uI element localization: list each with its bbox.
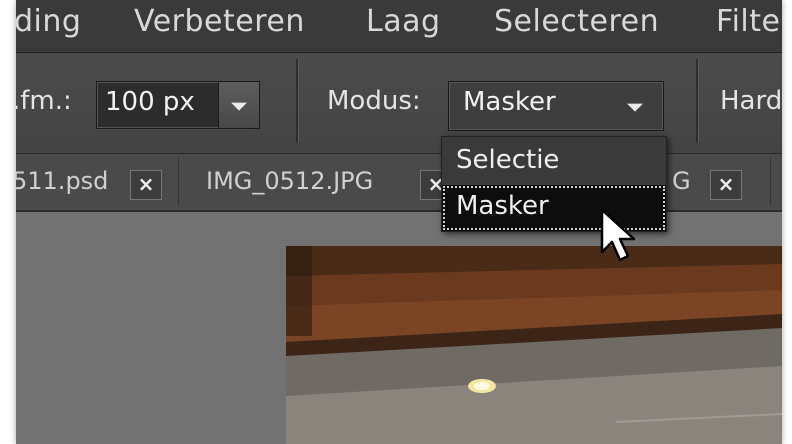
hardness-label: Hard: [720, 86, 782, 116]
tab-third-image[interactable]: G ×: [656, 154, 766, 210]
tab-img-0512[interactable]: IMG_0512.JPG ×: [180, 154, 470, 210]
image-document[interactable]: [286, 246, 782, 444]
size-value[interactable]: 100 px: [105, 87, 195, 117]
dropdown-option-selectie[interactable]: Selectie: [442, 139, 666, 185]
menu-item-filter[interactable]: Filte: [716, 4, 780, 39]
size-dropdown-button[interactable]: [218, 82, 259, 128]
size-label: .fm.:: [16, 86, 72, 116]
menu-bar: ding Verbeteren Laag Selecteren Filte: [16, 0, 782, 53]
tab-separator: [770, 158, 771, 206]
separator: [696, 59, 699, 143]
tab-label[interactable]: 511.psd: [16, 167, 108, 195]
tab-label[interactable]: G: [672, 167, 691, 195]
tab-close-icon[interactable]: ×: [710, 170, 742, 200]
separator: [296, 59, 299, 143]
canvas-area[interactable]: [16, 212, 782, 444]
dropdown-caret-icon: [231, 102, 247, 111]
dropdown-caret-icon: [627, 103, 643, 112]
app-window: ding Verbeteren Laag Selecteren Filte .f…: [16, 0, 782, 444]
menu-item-verbeteren[interactable]: Verbeteren: [134, 4, 305, 39]
mode-label: Modus:: [327, 86, 421, 116]
tab-label[interactable]: IMG_0512.JPG: [206, 167, 373, 195]
menu-item-laag[interactable]: Laag: [366, 4, 441, 39]
menu-item-selecteren[interactable]: Selecteren: [494, 4, 659, 39]
photo-content: [286, 246, 782, 444]
option-label[interactable]: Masker: [456, 191, 549, 221]
document-tabs: 511.psd × IMG_0512.JPG × G ×: [16, 154, 782, 212]
tab-separator: [178, 158, 179, 206]
mode-value[interactable]: Masker: [463, 87, 556, 117]
menu-item-edit-partial[interactable]: ding: [16, 4, 81, 39]
tool-options-bar: .fm.: 100 px Modus: Masker Hard: [16, 53, 782, 154]
tab-close-icon[interactable]: ×: [130, 170, 162, 200]
size-combo[interactable]: 100 px: [96, 81, 260, 129]
option-label[interactable]: Selectie: [456, 145, 559, 175]
mouse-pointer-icon: [600, 208, 636, 262]
tab-511-psd[interactable]: 511.psd ×: [16, 154, 176, 210]
mode-select[interactable]: Masker: [448, 81, 664, 131]
